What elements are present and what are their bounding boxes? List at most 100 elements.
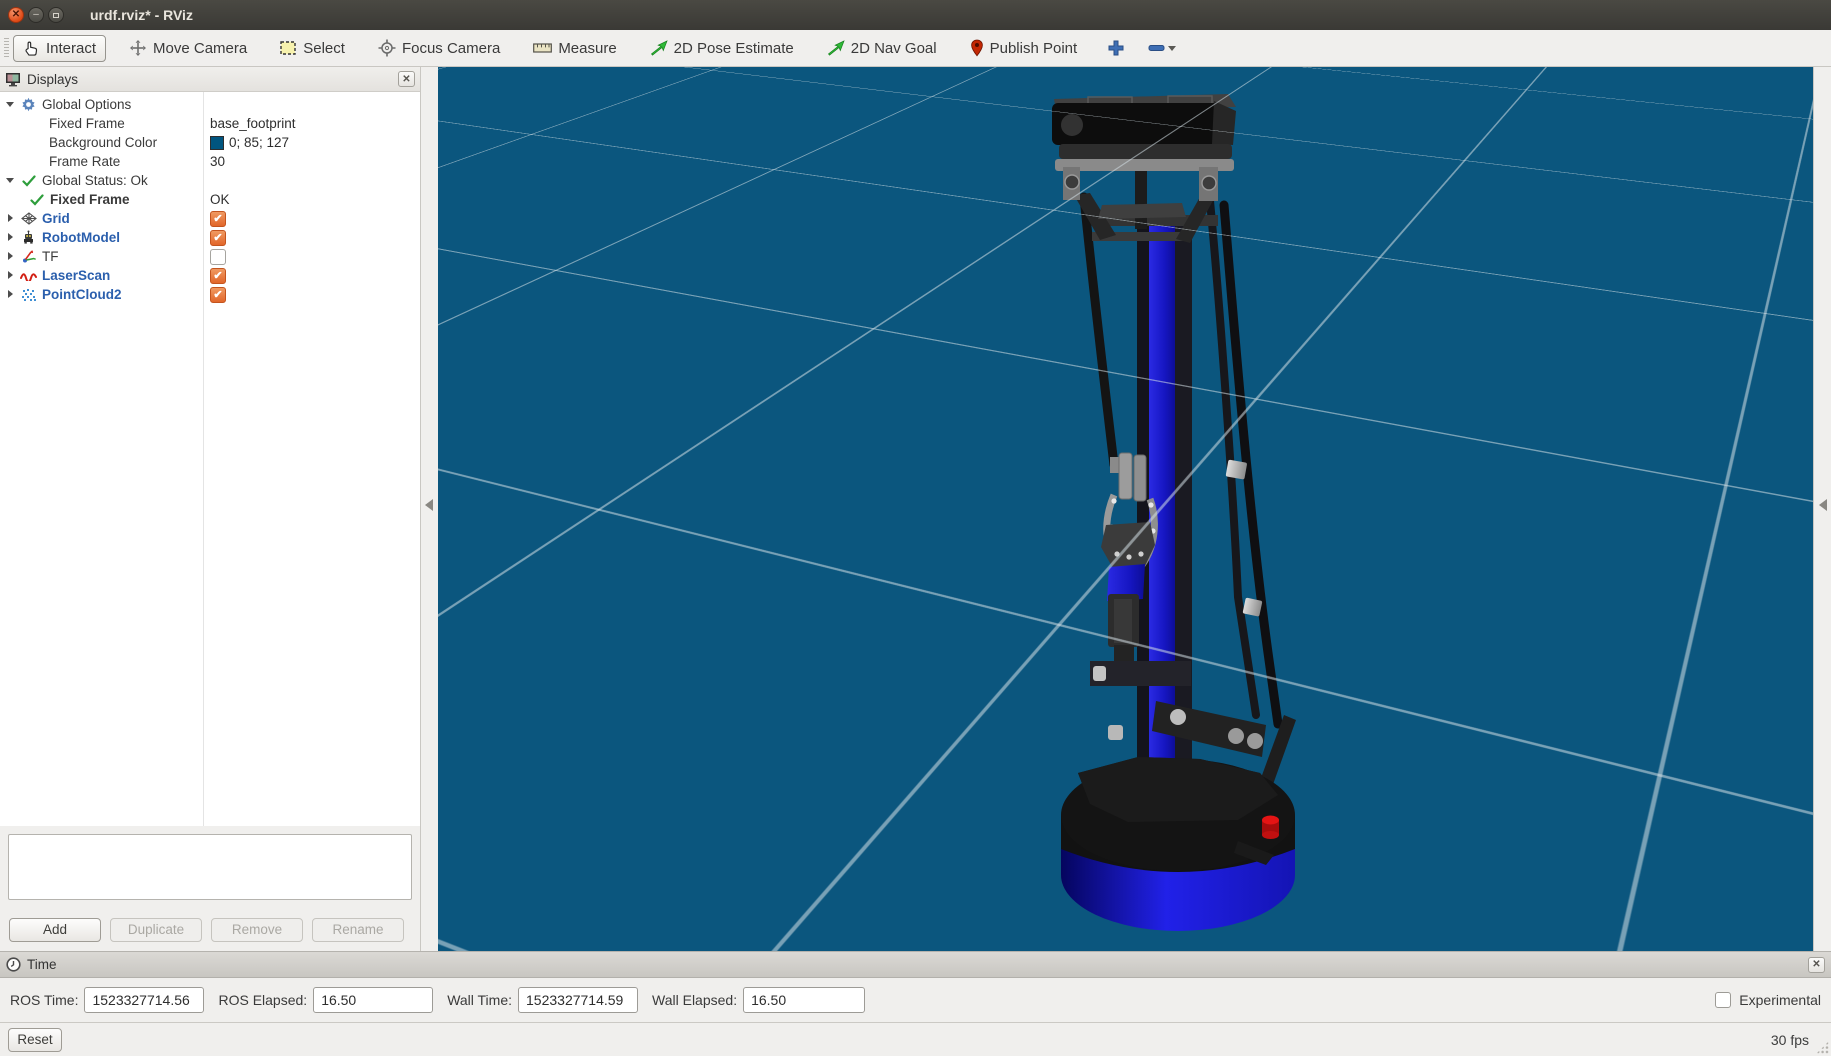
grid-icon [20,211,37,227]
ros-elapsed-field[interactable]: 16.50 [313,987,433,1013]
wall-time-field[interactable]: 1523327714.59 [518,987,638,1013]
color-swatch[interactable] [210,136,224,150]
selection-box-icon [280,41,297,56]
tree-row-robotmodel[interactable]: RobotModel [0,228,420,247]
visibility-checkbox[interactable] [210,287,226,303]
tree-row-laserscan[interactable]: LaserScan [0,266,420,285]
displays-panel-header[interactable]: Displays ✕ [0,67,420,92]
tree-item-label: TF [42,249,59,264]
tree-row[interactable]: Fixed Frame base_footprint [0,114,420,133]
tool-focus-camera[interactable]: Focus Camera [368,34,510,62]
close-icon[interactable]: ✕ [398,71,415,87]
tool-select[interactable]: Select [270,35,355,62]
tree-row[interactable]: Global Options [0,95,420,114]
plus-icon [1108,40,1124,56]
displays-panel: Displays ✕ Global Options Fixed Frame ba… [0,67,421,951]
property-value[interactable]: base_footprint [210,116,296,131]
green-check-icon [28,192,45,208]
experimental-checkbox[interactable] [1715,992,1731,1008]
visibility-checkbox[interactable] [210,230,226,246]
time-panel: Time ✕ ROS Time: 1523327714.56 ROS Elaps… [0,951,1831,1022]
green-check-icon [20,173,37,189]
time-panel-content: ROS Time: 1523327714.56 ROS Elapsed: 16.… [0,978,1831,1022]
visibility-checkbox[interactable] [210,249,226,265]
expander-closed-icon[interactable] [5,232,16,243]
collapse-right-icon[interactable] [1819,499,1827,511]
tree-row-pointcloud2[interactable]: PointCloud2 [0,285,420,304]
tree-item-label: Background Color [49,135,157,150]
duplicate-display-button[interactable]: Duplicate [110,918,202,942]
tool-label: Interact [46,40,96,57]
panel-splitter-left[interactable] [421,67,438,951]
fps-counter: 30 fps [1771,1032,1823,1048]
expander-open-icon[interactable] [5,175,16,186]
window-maximize-button[interactable] [48,7,64,23]
hand-cursor-icon [23,40,40,57]
tree-item-label: RobotModel [42,230,120,245]
remove-tool-button[interactable] [1140,40,1184,56]
expander-open-icon[interactable] [5,99,16,110]
add-display-button[interactable]: Add [9,918,101,942]
reset-button[interactable]: Reset [8,1028,62,1052]
tool-label: 2D Pose Estimate [674,40,794,57]
minus-icon [1148,44,1166,52]
tree-row[interactable]: Global Status: Ok [0,171,420,190]
render-viewport-3d[interactable] [438,67,1813,951]
panel-splitter-right[interactable] [1813,67,1831,951]
expander-closed-icon[interactable] [5,251,16,262]
tree-row[interactable]: Frame Rate 30 [0,152,420,171]
tf-axes-icon [20,249,37,265]
tool-label: 2D Nav Goal [851,40,937,57]
displays-buttons: Add Duplicate Remove Rename [0,908,420,951]
description-box [8,834,412,900]
tree-column-divider[interactable] [203,92,204,826]
tool-measure[interactable]: Measure [523,35,626,62]
point-cloud-icon [20,287,37,303]
tool-move-camera[interactable]: Move Camera [119,34,257,62]
expander-closed-icon[interactable] [5,289,16,300]
tree-row[interactable]: Fixed Frame OK [0,190,420,209]
property-value[interactable]: 30 [210,154,225,169]
window-close-button[interactable]: ✕ [8,7,24,23]
collapse-left-icon[interactable] [425,499,433,511]
tree-item-label: Fixed Frame [50,192,130,207]
tree-row[interactable]: Background Color 0; 85; 127 [0,133,420,152]
tree-row-tf[interactable]: TF [0,247,420,266]
visibility-checkbox[interactable] [210,268,226,284]
visibility-checkbox[interactable] [210,211,226,227]
robot-icon [20,230,37,246]
rename-display-button[interactable]: Rename [312,918,404,942]
ros-time-field[interactable]: 1523327714.56 [84,987,204,1013]
tree-item-label: Global Options [42,97,131,112]
laser-scan-icon [20,268,37,284]
tool-publish-point[interactable]: Publish Point [960,34,1088,62]
expander-closed-icon[interactable] [5,270,16,281]
tool-interact[interactable]: Interact [13,35,106,62]
tool-2d-pose-estimate[interactable]: 2D Pose Estimate [640,35,804,62]
description-area [0,826,420,908]
window-minimize-button[interactable]: – [28,7,44,23]
wall-elapsed-field[interactable]: 16.50 [743,987,865,1013]
clock-icon [6,957,21,972]
tree-item-label: Fixed Frame [49,116,125,131]
gear-icon [20,97,37,113]
panel-title: Displays [27,72,78,87]
tree-item-label: Grid [42,211,70,226]
ruler-icon [533,43,552,53]
toolbar-drag-handle[interactable] [4,38,9,58]
remove-display-button[interactable]: Remove [211,918,303,942]
wall-elapsed-label: Wall Elapsed: [652,992,737,1008]
property-value[interactable]: 0; 85; 127 [229,135,289,150]
tool-2d-nav-goal[interactable]: 2D Nav Goal [817,35,947,62]
displays-panel-icon [5,72,21,87]
window-title: urdf.rviz* - RViz [90,7,193,23]
green-arrow-icon [827,40,845,56]
close-icon[interactable]: ✕ [1808,957,1825,973]
tool-label: Move Camera [153,40,247,57]
tree-row-grid[interactable]: Grid [0,209,420,228]
expander-closed-icon[interactable] [5,213,16,224]
time-panel-header[interactable]: Time ✕ [0,951,1831,978]
add-tool-button[interactable] [1100,36,1132,60]
chevron-down-icon [1168,46,1176,51]
tree-item-label: PointCloud2 [42,287,122,302]
